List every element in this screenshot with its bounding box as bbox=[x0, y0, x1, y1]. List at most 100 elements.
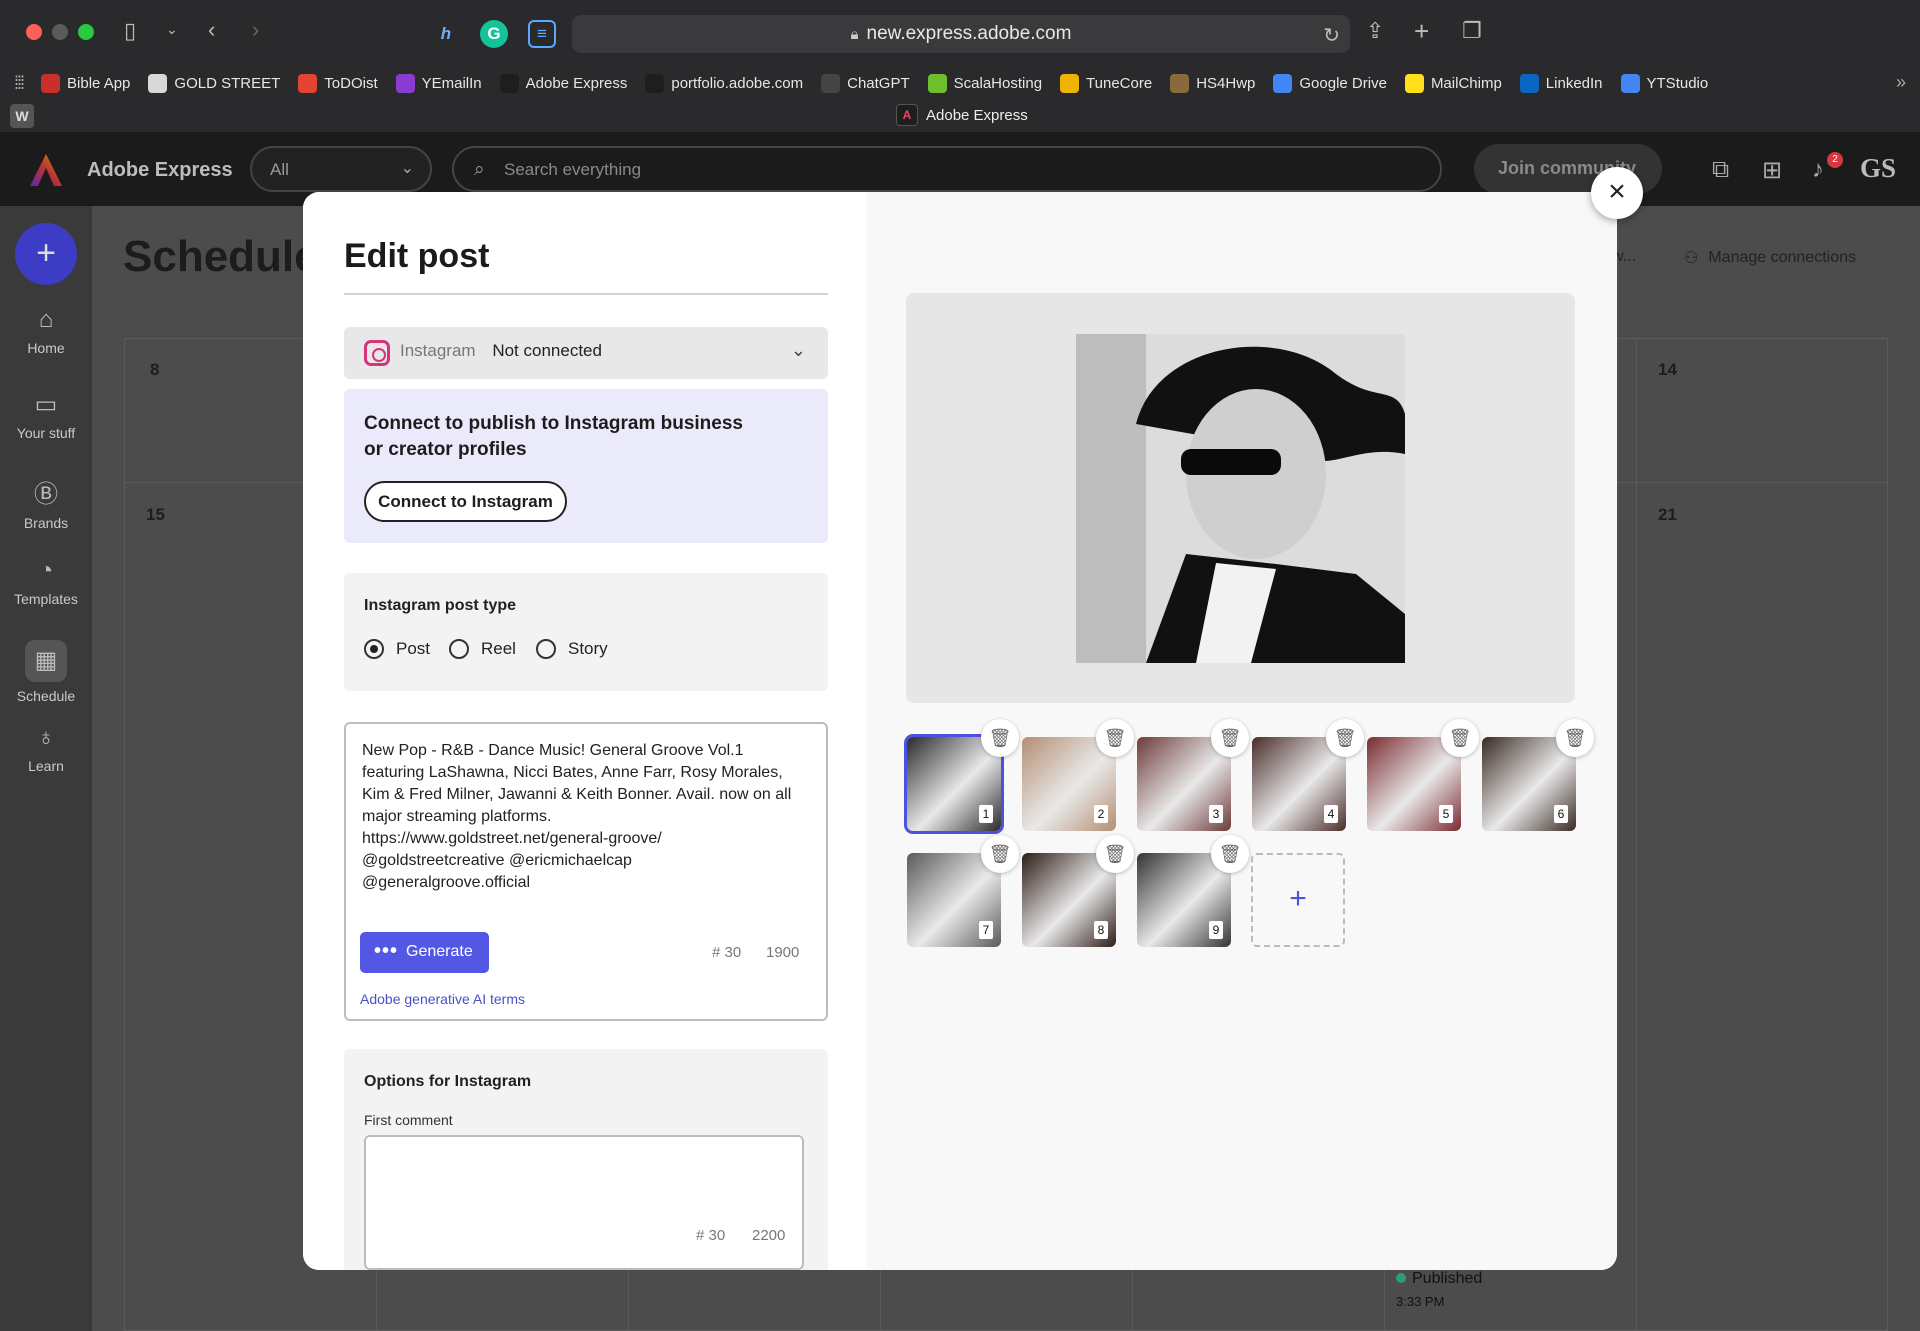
trash-icon[interactable]: 🗑︎ bbox=[1211, 835, 1249, 873]
trash-icon[interactable]: 🗑︎ bbox=[1556, 719, 1594, 757]
rail-item-your-stuff[interactable]: ▭ Your stuff bbox=[0, 390, 92, 441]
search-scope-dropdown[interactable]: All ⌄ bbox=[250, 146, 432, 192]
bookmark-label: YEmailIn bbox=[421, 74, 482, 92]
apps-icon[interactable]: ⊞ bbox=[1762, 156, 1782, 185]
share-icon[interactable]: ⇪ bbox=[1366, 20, 1384, 42]
zoom-window-button[interactable] bbox=[78, 24, 94, 40]
trash-icon[interactable]: 🗑︎ bbox=[1441, 719, 1479, 757]
trash-icon[interactable]: 🗑︎ bbox=[981, 835, 1019, 873]
url-text: new.express.adobe.com bbox=[866, 23, 1072, 44]
bookmark-item[interactable]: YTStudio bbox=[1620, 73, 1708, 93]
bookmark-item[interactable]: YEmailIn bbox=[395, 73, 482, 93]
close-window-button[interactable] bbox=[26, 24, 42, 40]
page-title: Schedule bbox=[123, 232, 319, 281]
bookmark-item[interactable]: portfolio.adobe.com bbox=[645, 73, 803, 93]
back-icon[interactable]: ‹ bbox=[208, 19, 215, 41]
bookmark-item[interactable]: HS4Hwp bbox=[1170, 73, 1255, 93]
bookmark-item[interactable]: ScalaHosting bbox=[927, 73, 1042, 93]
bookmark-item[interactable]: Adobe Express bbox=[499, 73, 627, 93]
rail-item-schedule[interactable]: ▦ Schedule bbox=[0, 640, 92, 704]
hypothesis-extension-icon[interactable]: h bbox=[432, 20, 460, 48]
caption-field[interactable]: New Pop - R&B - Dance Music! General Gro… bbox=[344, 722, 828, 1021]
connect-notice: Connect to publish to Instagram business… bbox=[344, 389, 828, 543]
add-media-button[interactable]: + bbox=[1251, 853, 1345, 947]
address-bar[interactable]: 🔒︎ new.express.adobe.com ↻ bbox=[572, 15, 1350, 53]
first-comment-field[interactable]: # 30 2200 bbox=[364, 1135, 804, 1270]
connect-to-instagram-button[interactable]: Connect to Instagram bbox=[364, 481, 567, 522]
rail-item-label: Schedule bbox=[16, 688, 76, 704]
rail-item-learn[interactable]: ♁ Learn bbox=[0, 724, 92, 774]
options-label: Options for Instagram bbox=[364, 1073, 532, 1090]
create-new-button[interactable]: + bbox=[15, 223, 77, 285]
day-number: 14 bbox=[1658, 360, 1677, 379]
chat-icon[interactable]: ⧉ bbox=[1712, 156, 1729, 184]
apps-grid-icon[interactable]: ⁞⁞⁞ bbox=[14, 73, 25, 94]
bookmark-favicon-icon bbox=[645, 73, 665, 93]
adobe-express-logo-icon[interactable] bbox=[28, 152, 64, 188]
grammarly-extension-icon[interactable]: G bbox=[480, 20, 508, 48]
bookmark-item[interactable]: GOLD STREET bbox=[148, 73, 280, 93]
folder-icon: ▭ bbox=[34, 391, 58, 418]
bookmark-favicon-icon bbox=[1060, 73, 1080, 93]
home-icon: ⌂ bbox=[38, 306, 54, 333]
avatar[interactable]: GS bbox=[1860, 153, 1896, 184]
rail-item-home[interactable]: ⌂ Home bbox=[0, 306, 92, 356]
sidebar-toggle-icon[interactable]: ▯ bbox=[124, 20, 136, 42]
trash-icon[interactable]: 🗑︎ bbox=[1096, 835, 1134, 873]
first-comment-label: First comment bbox=[364, 1112, 453, 1128]
more-bookmarks-icon[interactable]: » bbox=[1896, 72, 1906, 93]
media-preview bbox=[906, 293, 1575, 703]
bookmark-favicon-icon bbox=[148, 73, 168, 93]
bell-icon[interactable]: ♪ bbox=[1812, 156, 1824, 184]
adobe-express-favicon-icon: A bbox=[896, 104, 918, 126]
bookmark-item[interactable]: ToDOist bbox=[298, 73, 378, 93]
trash-icon[interactable]: 🗑︎ bbox=[981, 719, 1019, 757]
notes-extension-icon[interactable]: ≡ bbox=[528, 20, 556, 48]
trash-icon[interactable]: 🗑︎ bbox=[1211, 719, 1249, 757]
bookmark-favicon-icon bbox=[1620, 73, 1640, 93]
brand-icon: Ⓑ bbox=[34, 481, 58, 508]
connection-status: Not connected bbox=[492, 341, 602, 360]
trash-icon[interactable]: 🗑︎ bbox=[1326, 719, 1364, 757]
minimize-window-button[interactable] bbox=[52, 24, 68, 40]
post-type-reel-radio[interactable]: Reel bbox=[449, 639, 516, 659]
rail-item-brands[interactable]: Ⓑ Brands bbox=[0, 474, 92, 531]
post-type-section: Instagram post type Post Reel Story bbox=[344, 573, 828, 691]
status-dot bbox=[1396, 1273, 1406, 1283]
bookmark-favicon-icon bbox=[41, 73, 61, 93]
generate-button[interactable]: ••• Generate bbox=[360, 932, 489, 973]
notification-badge: 2 bbox=[1827, 152, 1843, 168]
rail-item-templates[interactable]: ◔ Templates bbox=[0, 557, 92, 607]
thumbnail-number: 4 bbox=[1324, 805, 1338, 823]
bookmark-item[interactable]: MailChimp bbox=[1404, 73, 1502, 93]
account-selector[interactable]: Instagram Not connected ⌄ bbox=[344, 327, 828, 379]
post-type-story-radio[interactable]: Story bbox=[536, 639, 608, 659]
ai-terms-link[interactable]: Adobe generative AI terms bbox=[360, 991, 525, 1007]
manage-connections-button[interactable]: ⚇ Manage connections bbox=[1684, 248, 1856, 268]
bookmark-item[interactable]: Bible App bbox=[41, 73, 130, 93]
caption-text[interactable]: New Pop - R&B - Dance Music! General Gro… bbox=[362, 740, 817, 894]
search-input[interactable]: ⌕ Search everything bbox=[452, 146, 1442, 192]
bookmark-item[interactable]: LinkedIn bbox=[1519, 73, 1603, 93]
tab-overview-icon[interactable]: ❐ bbox=[1462, 20, 1482, 42]
rail-item-label: Learn bbox=[28, 758, 64, 774]
reload-icon[interactable]: ↻ bbox=[1323, 23, 1340, 48]
active-tab[interactable]: A Adobe Express bbox=[896, 104, 1028, 126]
forward-icon[interactable]: › bbox=[252, 19, 259, 41]
radio-label: Reel bbox=[481, 639, 516, 658]
bookmark-label: TuneCore bbox=[1086, 74, 1153, 92]
published-post-card[interactable]: Published 3:33 PM bbox=[1396, 1270, 1482, 1309]
workspace-icon[interactable]: W bbox=[10, 104, 34, 128]
bookmark-item[interactable]: ChatGPT bbox=[821, 73, 910, 93]
bookmark-item[interactable]: TuneCore bbox=[1060, 73, 1153, 93]
close-dialog-button[interactable]: × bbox=[1591, 167, 1643, 219]
rail-item-label: Home bbox=[27, 340, 65, 356]
post-type-post-radio[interactable]: Post bbox=[364, 639, 430, 659]
connect-message: Connect to publish to Instagram business… bbox=[364, 413, 743, 460]
chevron-down-icon[interactable]: ⌄ bbox=[166, 22, 178, 36]
new-tab-icon[interactable]: + bbox=[1414, 18, 1429, 44]
trash-icon[interactable]: 🗑︎ bbox=[1096, 719, 1134, 757]
search-scope-value: All bbox=[270, 160, 289, 179]
bookmark-favicon-icon bbox=[395, 73, 415, 93]
bookmark-item[interactable]: Google Drive bbox=[1273, 73, 1387, 93]
